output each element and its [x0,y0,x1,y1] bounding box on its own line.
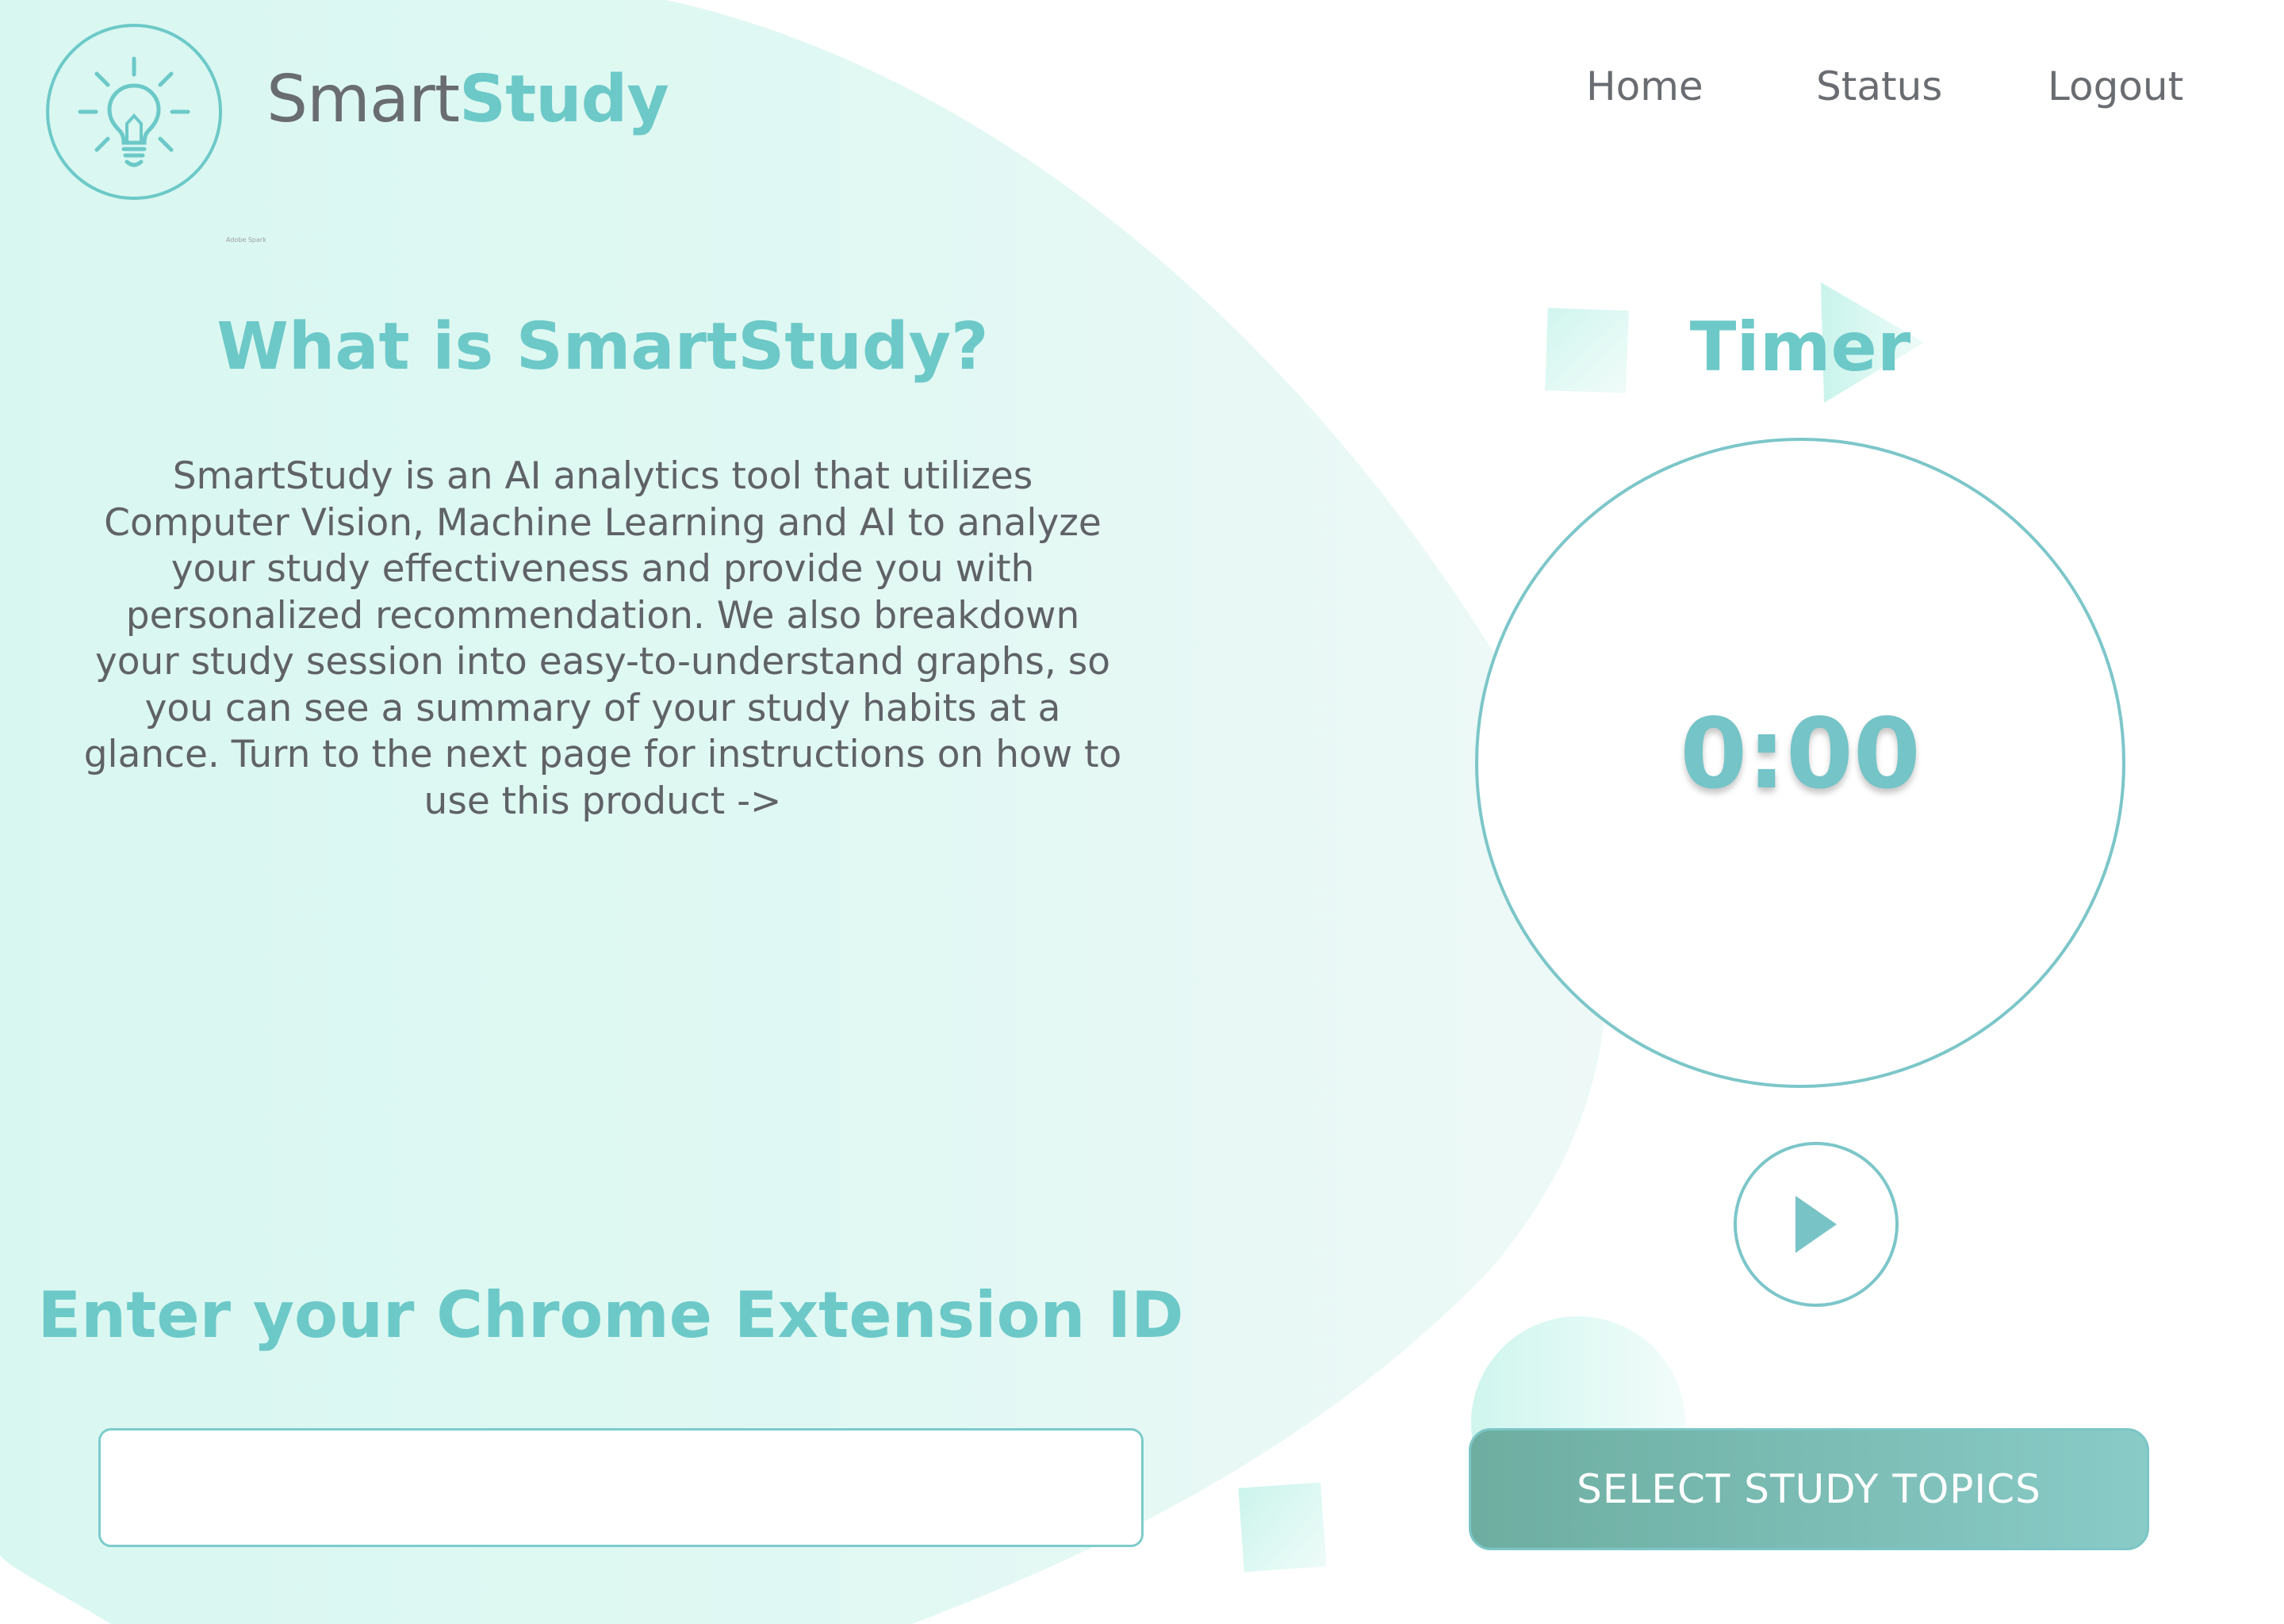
about-description: SmartStudy is an AI analytics tool that … [83,454,1122,823]
brand-name: SmartStudy [266,62,669,137]
brand-part-study: Study [459,62,669,137]
brand-part-smart: Smart [266,62,460,137]
play-button[interactable] [1734,1142,1899,1307]
badge-label: Adobe Spark [226,236,266,243]
nav-home-link[interactable]: Home [1586,63,1703,109]
nav-status-link[interactable]: Status [1816,63,1942,109]
timer-title: Timer [1689,308,1911,387]
decor-square [1545,308,1629,393]
play-icon [1795,1196,1837,1253]
nav-logout-link[interactable]: Logout [2048,63,2183,109]
lightbulb-icon[interactable] [44,22,224,201]
extension-id-input[interactable] [98,1428,1144,1547]
about-title: What is SmartStudy? [217,309,989,385]
timer-display: 0:00 [1680,698,1921,810]
decor-square [1238,1482,1327,1572]
select-study-topics-button[interactable]: SELECT STUDY TOPICS [1469,1428,2149,1550]
extension-id-title: Enter your Chrome Extension ID [37,1278,1184,1352]
